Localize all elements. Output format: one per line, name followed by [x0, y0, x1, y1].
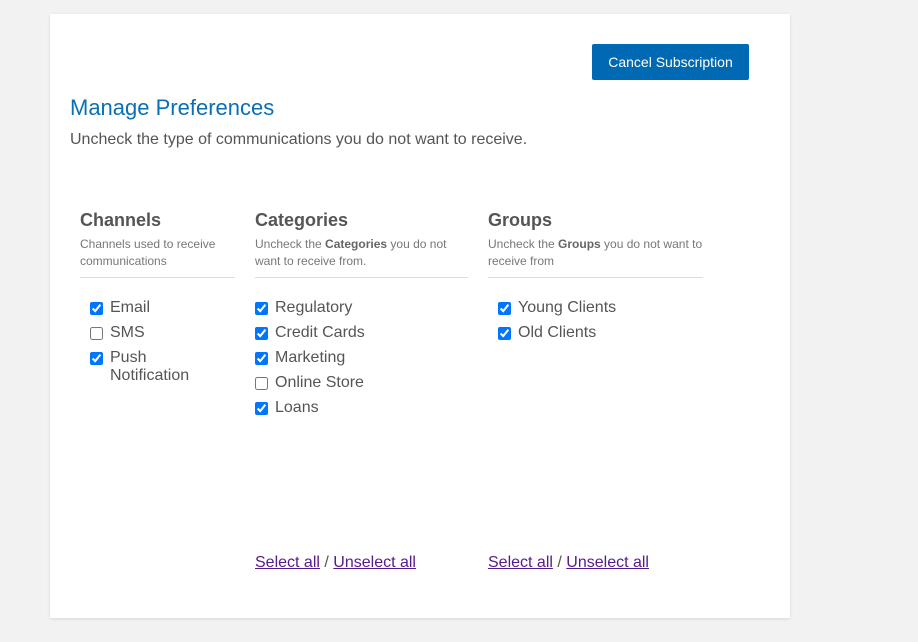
preferences-card: Cancel Subscription Manage Preferences U… — [50, 14, 790, 618]
category-marketing-label[interactable]: Marketing — [275, 349, 345, 367]
group-old-clients-label[interactable]: Old Clients — [518, 324, 596, 342]
category-item-loans: Loans — [255, 399, 365, 417]
channel-email-label[interactable]: Email — [110, 299, 200, 317]
channel-push-notification-label[interactable]: Push Notification — [110, 349, 200, 385]
groups-description-text: Uncheck the — [488, 237, 559, 251]
categories-list: Regulatory Credit Cards Marketing Online… — [255, 299, 365, 424]
channel-item-sms: SMS — [90, 324, 200, 342]
category-item-regulatory: Regulatory — [255, 299, 365, 317]
categories-heading: Categories — [255, 210, 349, 230]
category-online-store-label[interactable]: Online Store — [275, 374, 364, 392]
category-item-online-store: Online Store — [255, 374, 365, 392]
categories-description: Uncheck the Categories you do not want t… — [255, 236, 468, 278]
groups-description: Uncheck the Groups you do not want to re… — [488, 236, 703, 278]
groups-heading: Groups — [488, 210, 553, 230]
groups-description-bold: Groups — [558, 237, 601, 251]
groups-unselect-all-link[interactable]: Unselect all — [566, 554, 649, 571]
category-marketing-checkbox[interactable] — [255, 352, 268, 365]
channel-sms-label[interactable]: SMS — [110, 324, 200, 342]
channels-description: Channels used to receive communications — [80, 236, 235, 278]
category-credit-cards-label[interactable]: Credit Cards — [275, 324, 365, 342]
groups-bulk-links: Select all / Unselect all — [488, 554, 649, 572]
channel-sms-checkbox[interactable] — [90, 327, 103, 340]
groups-links-separator: / — [557, 554, 562, 571]
categories-links-separator: / — [324, 554, 329, 571]
category-regulatory-checkbox[interactable] — [255, 302, 268, 315]
channels-section: Channels Channels used to receive commun… — [80, 209, 235, 384]
categories-select-all-link[interactable]: Select all — [255, 554, 320, 571]
group-item-old-clients: Old Clients — [498, 324, 616, 342]
categories-unselect-all-link[interactable]: Unselect all — [333, 554, 416, 571]
categories-description-text: Uncheck the — [255, 237, 326, 251]
channels-heading: Channels — [80, 210, 162, 230]
group-young-clients-checkbox[interactable] — [498, 302, 511, 315]
category-loans-checkbox[interactable] — [255, 402, 268, 415]
groups-list: Young Clients Old Clients — [498, 299, 616, 349]
cancel-subscription-button[interactable]: Cancel Subscription — [592, 44, 749, 80]
group-old-clients-checkbox[interactable] — [498, 327, 511, 340]
channel-item-push-notification: Push Notification — [90, 349, 200, 385]
group-young-clients-label[interactable]: Young Clients — [518, 299, 616, 317]
category-online-store-checkbox[interactable] — [255, 377, 268, 390]
groups-section: Groups Uncheck the Groups you do not wan… — [488, 209, 703, 571]
page-subtitle: Uncheck the type of communications you d… — [70, 131, 528, 148]
groups-select-all-link[interactable]: Select all — [488, 554, 553, 571]
group-item-young-clients: Young Clients — [498, 299, 616, 317]
category-credit-cards-checkbox[interactable] — [255, 327, 268, 340]
channel-email-checkbox[interactable] — [90, 302, 103, 315]
channel-item-email: Email — [90, 299, 200, 317]
channel-push-notification-checkbox[interactable] — [90, 352, 103, 365]
category-regulatory-label[interactable]: Regulatory — [275, 299, 352, 317]
category-loans-label[interactable]: Loans — [275, 399, 319, 417]
category-item-credit-cards: Credit Cards — [255, 324, 365, 342]
categories-description-bold: Categories — [325, 237, 388, 251]
categories-section: Categories Uncheck the Categories you do… — [255, 209, 468, 571]
channels-list: Email SMS Push Notification — [90, 299, 200, 392]
category-item-marketing: Marketing — [255, 349, 365, 367]
categories-bulk-links: Select all / Unselect all — [255, 554, 416, 572]
page-title: Manage Preferences — [70, 95, 275, 120]
